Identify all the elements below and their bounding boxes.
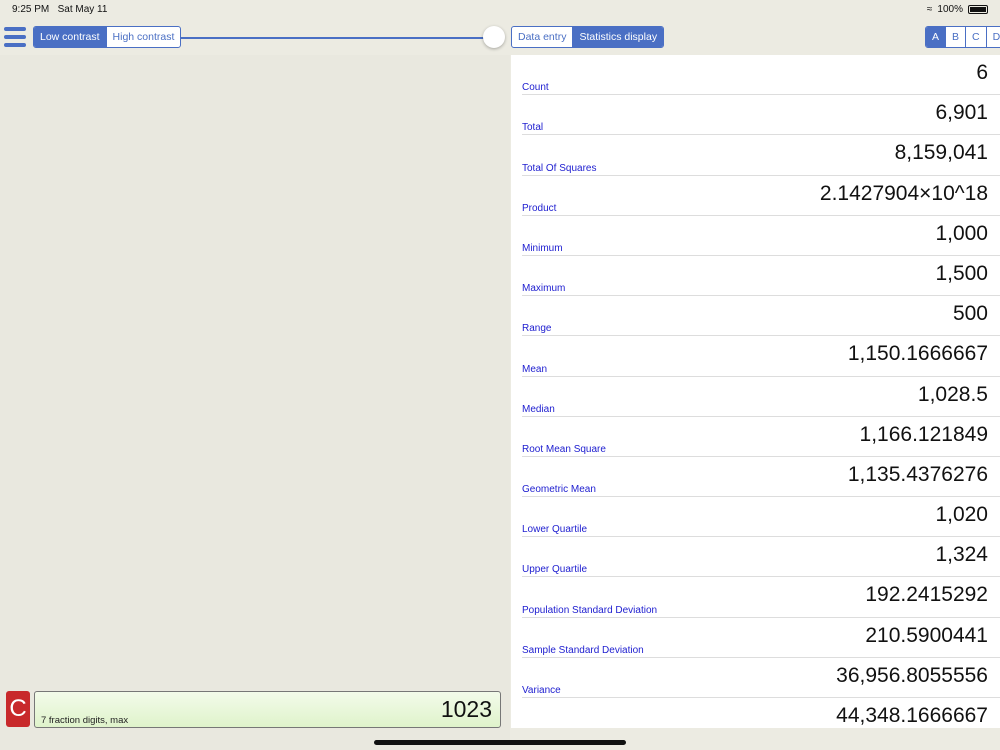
stat-value: 6 xyxy=(976,61,988,84)
dataset-selector: A B C D xyxy=(925,26,1000,48)
low-contrast-button[interactable]: Low contrast xyxy=(34,27,106,47)
stat-value: 192.2415292 xyxy=(865,583,988,607)
stat-label: Geometric Mean xyxy=(522,484,596,496)
entry-value: 1023 xyxy=(440,696,492,722)
stat-value: 1,028.5 xyxy=(917,382,988,406)
slider-knob[interactable] xyxy=(483,26,505,48)
stat-row: 36,956.8055556 Variance xyxy=(522,658,1000,698)
stat-label: Mean xyxy=(522,363,548,375)
status-time: 9:25 PM Sat May 11 xyxy=(12,4,107,15)
stat-label: Count xyxy=(522,82,549,94)
stat-row: 44,348.1666667 xyxy=(522,698,1000,728)
stat-value: 1,000 xyxy=(935,221,988,245)
stat-label: Variance xyxy=(522,685,561,696)
stat-label: Total xyxy=(522,122,544,134)
stat-label: Median xyxy=(522,403,555,415)
statistics-panel[interactable]: 6 Count 6,901 Total 8,159,041 Total Of Square… xyxy=(511,55,1000,728)
stat-row: 1,166.121849 Root Mean Square xyxy=(522,417,1000,457)
stat-label: Population Standard Deviation xyxy=(522,604,658,616)
stat-row: 6,901 Total xyxy=(522,95,1000,136)
stat-row: 210.5900441 Sample Standard Deviation xyxy=(522,618,1000,658)
stat-value: 1,135.4376276 xyxy=(847,462,988,486)
stat-label: Lower Quartile xyxy=(522,524,588,536)
battery-percent: 100% xyxy=(937,4,963,15)
stat-label: Maximum xyxy=(522,283,566,295)
stat-value: 8,159,041 xyxy=(894,141,988,165)
date: Sat May 11 xyxy=(57,4,108,15)
stat-value: 210.5900441 xyxy=(865,623,988,647)
stat-value: 1,324 xyxy=(935,543,988,567)
data-entry-tab[interactable]: Data entry xyxy=(512,27,572,47)
view-toggle: Data entry Statistics display xyxy=(511,26,665,48)
stat-row: 1,324 Upper Quartile xyxy=(522,537,1000,578)
status-bar: 9:25 PM Sat May 11 ≈100% xyxy=(0,0,1000,20)
set-a-button[interactable]: A xyxy=(926,27,946,47)
contrast-toggle: Low contrast High contrast xyxy=(33,26,182,48)
stat-value: 500 xyxy=(952,302,988,326)
stat-label: Root Mean Square xyxy=(522,443,606,455)
stat-value: 1,166.121849 xyxy=(859,422,988,446)
stat-label: Range xyxy=(522,323,552,335)
battery-icon xyxy=(968,5,988,14)
stat-value: 1,020 xyxy=(935,503,988,527)
stat-row: 1,000 Minimum xyxy=(522,216,1000,256)
stat-label: Product xyxy=(522,202,557,214)
stat-row: 6 Count xyxy=(522,55,1000,96)
stat-value: 2.1427904×10^18 xyxy=(819,181,988,205)
status-right: ≈100% xyxy=(927,4,988,15)
stat-value: 1,150.1666667 xyxy=(847,342,988,366)
time: 9:25 PM xyxy=(12,4,50,15)
stat-row: 1,135.4376276 Geometric Mean xyxy=(522,457,1000,498)
stat-row: 1,028.5 Median xyxy=(522,377,1000,417)
set-c-button[interactable]: C xyxy=(965,27,986,47)
data-area xyxy=(0,55,510,750)
set-d-button[interactable]: D xyxy=(985,27,1000,47)
number-entry-field[interactable]: 1023 7 fraction digits, max xyxy=(34,691,501,728)
stat-value: 36,956.8055556 xyxy=(836,663,988,687)
menu-icon[interactable] xyxy=(4,27,26,47)
stat-row: 192.2415292 Population Standard Deviation xyxy=(522,577,1000,618)
home-indicator[interactable] xyxy=(374,740,626,745)
stat-row: 1,150.1666667 Mean xyxy=(522,336,1000,377)
high-contrast-button[interactable]: High contrast xyxy=(105,27,181,47)
stat-label: Minimum xyxy=(522,242,563,254)
stat-value: 1,500 xyxy=(935,261,988,285)
wifi-icon: ≈ xyxy=(926,4,933,15)
contrast-slider-track[interactable] xyxy=(181,37,486,39)
stat-row: 500 Range xyxy=(522,296,1000,337)
stat-value: 6,901 xyxy=(935,101,988,125)
stat-row: 1,500 Maximum xyxy=(522,256,1000,297)
stat-value: 44,348.1666667 xyxy=(836,704,988,727)
stat-row: 2.1427904×10^18 Product xyxy=(522,176,1000,216)
stat-label: Total Of Squares xyxy=(522,162,597,174)
set-b-button[interactable]: B xyxy=(945,27,965,47)
stat-label: Sample Standard Deviation xyxy=(522,644,644,656)
entry-hint: 7 fraction digits, max xyxy=(41,715,129,726)
stat-row: 8,159,041 Total Of Squares xyxy=(522,135,1000,176)
stat-label: Upper Quartile xyxy=(522,564,588,576)
stat-row: 1,020 Lower Quartile xyxy=(522,497,1000,538)
statistics-display-tab[interactable]: Statistics display xyxy=(572,27,664,47)
clear-button[interactable]: C xyxy=(6,691,30,727)
